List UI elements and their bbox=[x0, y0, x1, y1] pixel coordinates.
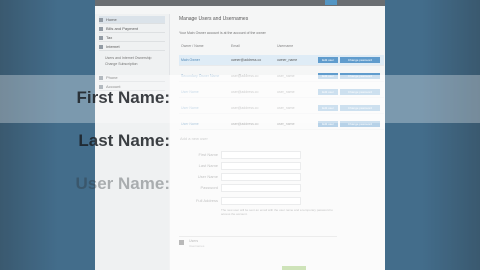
frost-panel bbox=[169, 75, 385, 270]
overlay-first-name-label: First Name: bbox=[76, 88, 170, 107]
overlay-last-name-label: Last Name: bbox=[78, 131, 170, 150]
overlay-user-name-label: User Name: bbox=[75, 174, 171, 193]
